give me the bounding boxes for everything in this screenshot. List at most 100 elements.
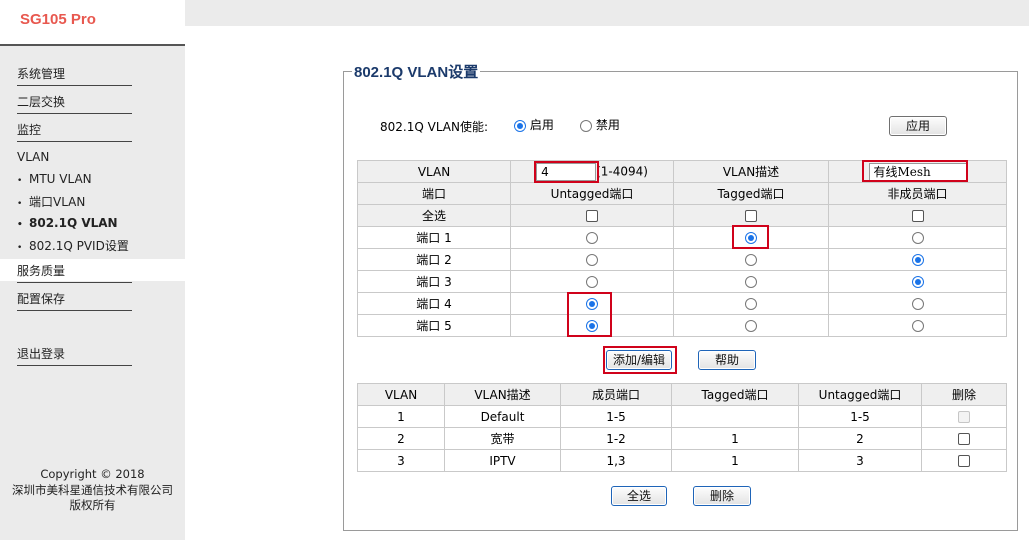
delete-button[interactable]: 删除: [693, 486, 751, 506]
vlan-id-label: VLAN: [357, 160, 511, 183]
col-delete: 删除: [921, 383, 1007, 406]
cell-members: 1-5: [560, 405, 672, 428]
table-header-row: 端口 Untagged端口 Tagged端口 非成员端口: [357, 182, 1007, 205]
sidebar-item-save-config[interactable]: 配置保存: [17, 289, 132, 311]
port-tagged-cell: [673, 248, 829, 271]
select-all-tagged-checkbox[interactable]: [745, 210, 757, 222]
port-tagged-radio[interactable]: [745, 276, 757, 288]
select-all-nonmember-checkbox[interactable]: [911, 210, 924, 222]
col-untagged-ports: Untagged端口: [798, 383, 922, 406]
port-tagged-radio[interactable]: [745, 254, 757, 266]
bullet-icon: •: [17, 176, 23, 186]
company-name: 深圳市美科星通信技术有限公司: [12, 482, 173, 497]
port-untagged-radio[interactable]: [586, 254, 598, 266]
sidebar-item-pvid[interactable]: • 802.1Q PVID设置: [17, 236, 129, 256]
vlan-id-cell: 4 (1-4094): [510, 160, 674, 183]
table-row: 3 IPTV 1,3 1 3: [357, 449, 1007, 472]
port-untagged-cell: [510, 270, 674, 293]
copyright: Copyright © 2018 深圳市美科星通信技术有限公司 版权所有: [0, 467, 185, 514]
sidebar-item-qos[interactable]: 服务质量: [17, 261, 132, 283]
apply-button[interactable]: 应用: [889, 116, 947, 136]
cell-delete: [921, 405, 1007, 428]
vlan-id-input[interactable]: 4: [536, 162, 597, 181]
cell-vlan: 1: [357, 405, 445, 428]
sidebar-item-label: 802.1Q PVID设置: [29, 239, 129, 253]
sidebar-item-mtu-vlan[interactable]: • MTU VLAN: [17, 169, 92, 189]
sidebar-item-vlan[interactable]: VLAN: [17, 147, 49, 167]
port-tagged-radio[interactable]: [745, 320, 757, 332]
cell-desc: IPTV: [444, 449, 561, 472]
port-label: 端口 5: [357, 314, 511, 337]
bullet-icon: •: [17, 243, 23, 253]
cell-delete: [921, 449, 1007, 472]
port-row: 端口 2: [357, 248, 1007, 271]
port-nonmember-radio[interactable]: [911, 298, 924, 310]
sidebar-item-monitor[interactable]: 监控: [17, 120, 132, 142]
cell-tagged: 1: [671, 449, 799, 472]
bullet-icon: •: [17, 199, 23, 209]
port-untagged-cell: [510, 314, 674, 337]
select-all-nonmember-cell: [828, 204, 1007, 227]
port-untagged-radio[interactable]: [586, 320, 598, 332]
disable-radio[interactable]: [580, 119, 592, 132]
enable-radio[interactable]: [514, 119, 526, 132]
port-nonmember-radio[interactable]: [911, 320, 924, 332]
cell-tagged: 1: [671, 427, 799, 450]
port-tagged-cell: [673, 314, 829, 337]
port-tagged-radio[interactable]: [745, 298, 757, 310]
vlan-list-table: VLAN VLAN描述 成员端口 Tagged端口 Untagged端口 删除 …: [357, 383, 1007, 472]
cell-vlan: 3: [357, 449, 445, 472]
table-row: 2 宽带 1-2 1 2: [357, 427, 1007, 450]
col-port: 端口: [357, 182, 511, 205]
bullet-icon: •: [17, 220, 23, 230]
enable-option[interactable]: 启用: [514, 116, 554, 133]
table-row: 1 Default 1-5 1-5: [357, 405, 1007, 428]
col-vlan: VLAN: [357, 383, 445, 406]
port-nonmember-cell: [828, 270, 1007, 293]
port-row: 端口 4: [357, 292, 1007, 315]
vlan-config-table: VLAN 4 (1-4094) VLAN描述 有线Mesh 端口 Untagged…: [357, 160, 1007, 337]
vlan-desc-cell: 有线Mesh: [828, 160, 1007, 183]
brand-header: SG105 Pro: [0, 0, 185, 46]
disable-option[interactable]: 禁用: [580, 116, 620, 133]
help-button[interactable]: 帮助: [698, 350, 756, 370]
sidebar-item-label: 802.1Q VLAN: [29, 216, 118, 230]
cell-vlan: 2: [357, 427, 445, 450]
col-members: 成员端口: [560, 383, 672, 406]
port-tagged-radio[interactable]: [745, 232, 757, 244]
sidebar-item-port-vlan[interactable]: • 端口VLAN: [17, 192, 85, 212]
select-all-row: 全选: [357, 204, 1007, 227]
vlan-desc-label: VLAN描述: [673, 160, 829, 183]
col-vlan-desc: VLAN描述: [444, 383, 561, 406]
table-header-row: VLAN VLAN描述 成员端口 Tagged端口 Untagged端口 删除: [357, 383, 1007, 406]
port-nonmember-radio[interactable]: [911, 254, 924, 266]
port-untagged-radio[interactable]: [586, 298, 598, 310]
cell-members: 1-2: [560, 427, 672, 450]
sidebar-item-system[interactable]: 系统管理: [17, 64, 132, 86]
port-row: 端口 5: [357, 314, 1007, 337]
vlan-range-hint: (1-4094): [596, 164, 648, 178]
select-all-button[interactable]: 全选: [611, 486, 667, 506]
select-all-untagged-checkbox[interactable]: [586, 210, 598, 222]
port-nonmember-cell: [828, 226, 1007, 249]
delete-checkbox[interactable]: [958, 433, 970, 445]
vlan-desc-input[interactable]: 有线Mesh: [868, 162, 967, 181]
port-tagged-cell: [673, 270, 829, 293]
port-nonmember-radio[interactable]: [911, 276, 924, 288]
col-tagged: Tagged端口: [673, 182, 829, 205]
port-untagged-cell: [510, 248, 674, 271]
add-edit-button[interactable]: 添加/编辑: [606, 350, 672, 370]
port-untagged-radio[interactable]: [586, 276, 598, 288]
sidebar-item-8021q-vlan[interactable]: • 802.1Q VLAN: [17, 213, 118, 233]
port-untagged-radio[interactable]: [586, 232, 598, 244]
port-tagged-cell: [673, 292, 829, 315]
port-label: 端口 3: [357, 270, 511, 293]
port-untagged-cell: [510, 226, 674, 249]
sidebar-item-logout[interactable]: 退出登录: [17, 344, 132, 366]
sidebar-item-l2-switch[interactable]: 二层交换: [17, 92, 132, 114]
port-label: 端口 4: [357, 292, 511, 315]
vlan-enable-label: 802.1Q VLAN使能:: [380, 120, 489, 134]
port-nonmember-cell: [828, 292, 1007, 315]
port-nonmember-radio[interactable]: [911, 232, 924, 244]
delete-checkbox[interactable]: [958, 455, 970, 467]
